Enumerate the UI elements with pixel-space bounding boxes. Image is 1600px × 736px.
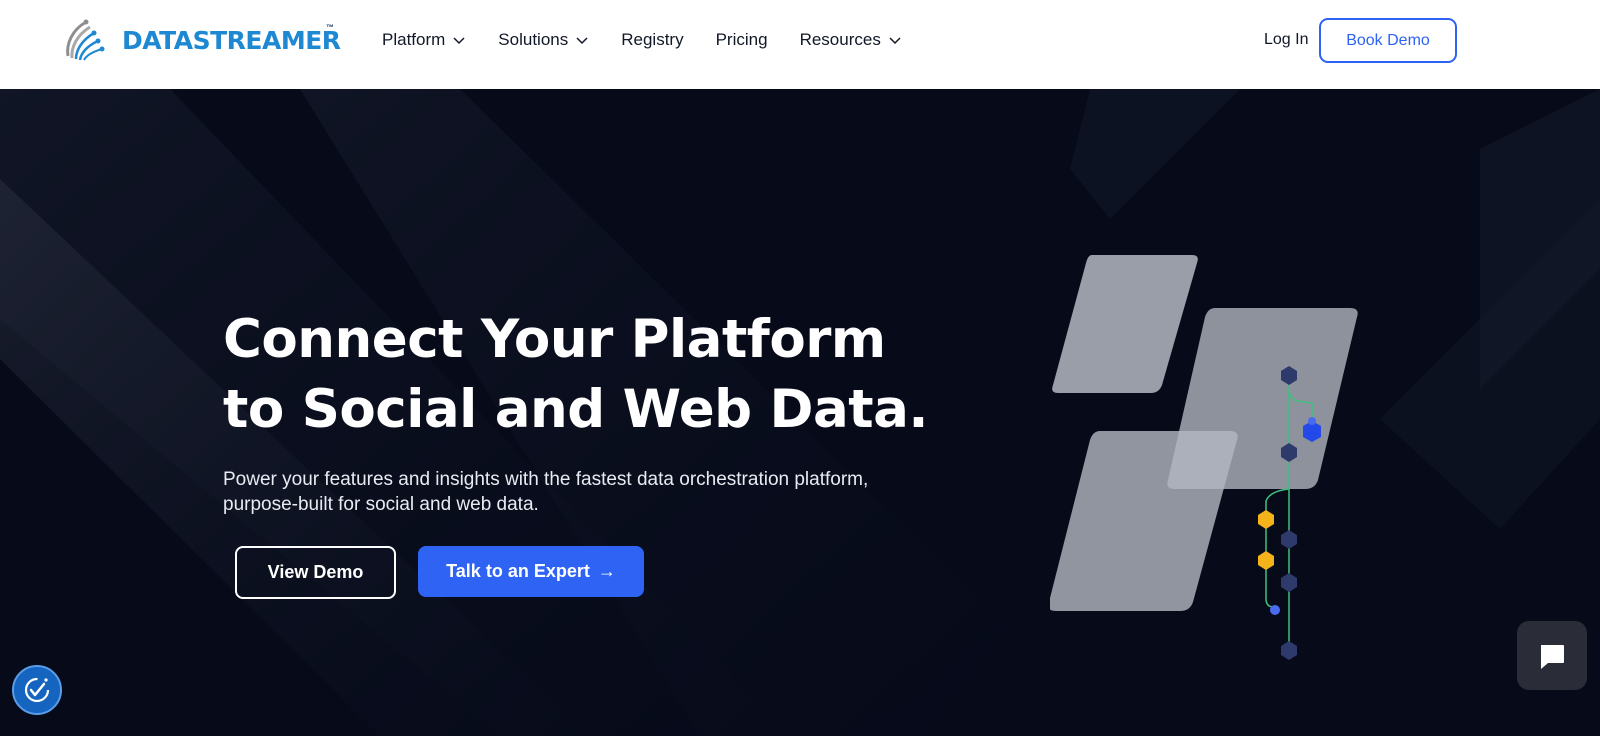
chat-bubble-icon <box>1541 644 1564 669</box>
hero-subheadline: Power your features and insights with th… <box>223 469 869 515</box>
hero-headline-line-2: to Social and Web Data. <box>223 379 929 440</box>
brand-trademark: ™ <box>326 23 334 32</box>
hero-headline-line-1: Connect Your Platform <box>223 309 886 370</box>
accessibility-check-icon <box>24 677 50 703</box>
hero-illustration <box>1050 255 1358 660</box>
main-nav: Platform Solutions Registry Pricing Reso… <box>382 28 934 52</box>
brand-logo[interactable]: DATASTREAMER ™ <box>62 16 341 62</box>
nav-item-label: Platform <box>382 30 446 49</box>
nav-item-label: Resources <box>799 30 881 49</box>
login-link[interactable]: Log In <box>1264 31 1308 49</box>
chat-widget-button[interactable] <box>1517 621 1587 690</box>
hero-headline: Connect Your Platform to Social and Web … <box>223 305 929 445</box>
nav-item-registry[interactable]: Registry <box>621 28 683 52</box>
view-demo-button[interactable]: View Demo <box>235 546 396 599</box>
nav-item-label: Solutions <box>498 30 569 49</box>
nav-item-label: Registry <box>621 30 684 49</box>
site-header: DATASTREAMER ™ Platform Solutions Regist… <box>0 0 1600 89</box>
accessibility-button[interactable] <box>12 665 62 715</box>
nav-item-resources[interactable]: Resources <box>800 28 902 52</box>
hero-section: Connect Your Platform to Social and Web … <box>0 89 1600 736</box>
nav-item-pricing[interactable]: Pricing <box>716 28 768 52</box>
chevron-down-icon <box>453 37 465 45</box>
brand-name: DATASTREAMER <box>122 26 341 55</box>
nav-item-platform[interactable]: Platform <box>382 28 466 52</box>
chevron-down-icon <box>889 37 901 45</box>
chevron-down-icon <box>576 37 588 45</box>
nav-item-solutions[interactable]: Solutions <box>498 28 589 52</box>
nav-item-label: Pricing <box>715 30 768 49</box>
talk-to-expert-button[interactable]: Talk to an Expert → <box>418 546 644 597</box>
arrow-right-icon: → <box>597 561 616 581</box>
book-demo-button[interactable]: Book Demo <box>1319 18 1457 63</box>
datastreamer-logo-icon <box>66 19 105 61</box>
talk-to-expert-label: Talk to an Expert <box>446 561 590 581</box>
